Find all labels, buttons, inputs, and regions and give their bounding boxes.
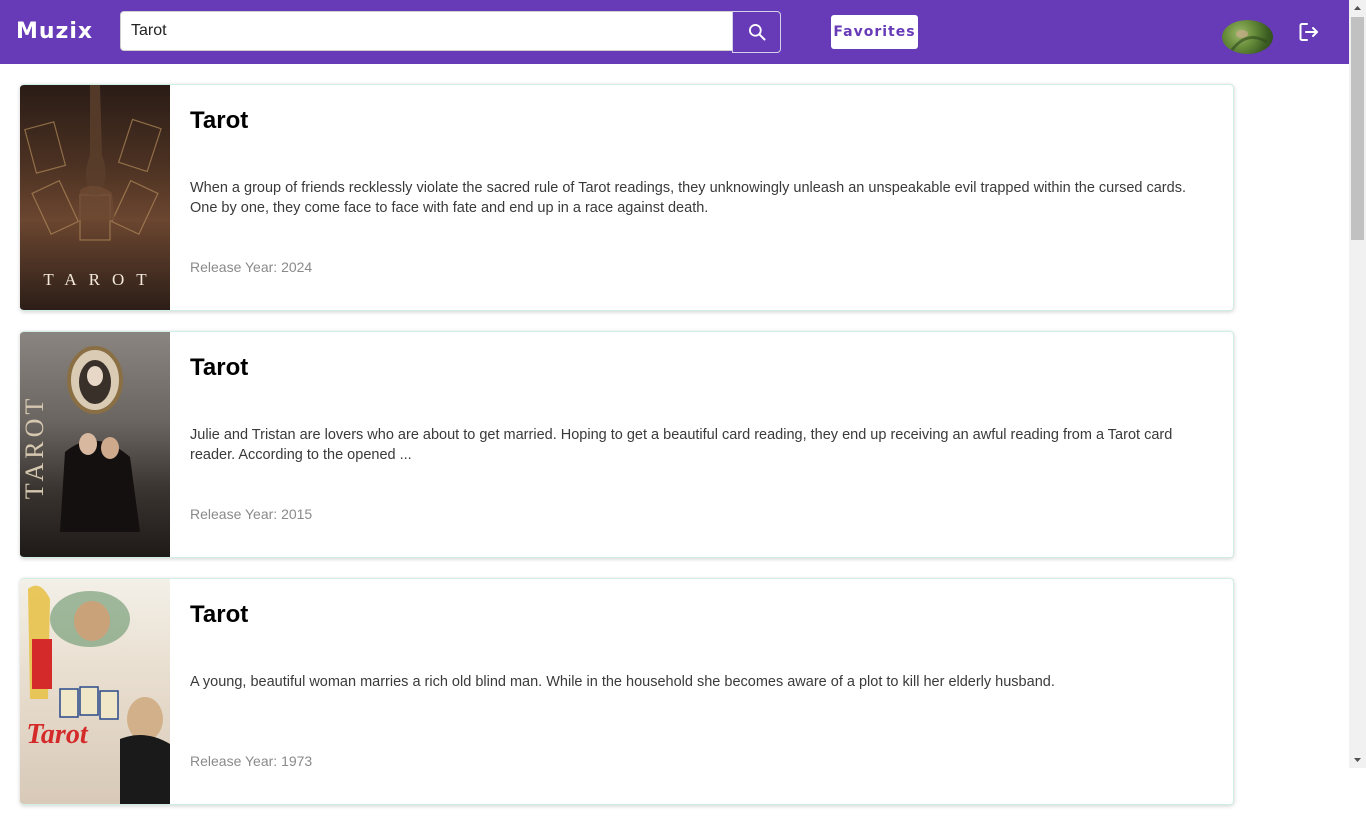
results-list: TAROT Tarot When a group of friends reck… xyxy=(20,84,1234,825)
release-year: Release Year: 2015 xyxy=(190,506,313,522)
scrollbar-thumb[interactable] xyxy=(1351,17,1364,240)
search-input[interactable] xyxy=(120,11,733,51)
movie-title[interactable]: Tarot xyxy=(190,601,248,629)
scroll-down-button[interactable] xyxy=(1349,751,1366,768)
app-logo[interactable]: Muzix xyxy=(16,16,93,48)
movie-card[interactable]: TAROT Tarot When a group of friends reck… xyxy=(20,84,1234,311)
movie-description: A young, beautiful woman marries a rich … xyxy=(190,674,1055,690)
avatar[interactable] xyxy=(1222,20,1273,54)
movie-poster: Tarot xyxy=(20,579,170,804)
favorites-button[interactable]: Favorites xyxy=(831,15,918,49)
movie-poster: TAROT xyxy=(20,85,170,310)
poster-title: TAROT xyxy=(20,394,49,500)
poster-title: TAROT xyxy=(43,270,159,289)
poster-art xyxy=(28,585,170,804)
logout-icon xyxy=(1299,23,1318,41)
movie-description: Julie and Tristan are lovers who are abo… xyxy=(190,427,1173,463)
avatar-image xyxy=(1230,30,1268,51)
search-button[interactable] xyxy=(732,11,781,53)
movie-title[interactable]: Tarot xyxy=(190,354,248,382)
scroll-up-button[interactable] xyxy=(1349,0,1366,17)
chevron-down-icon xyxy=(1354,758,1361,762)
search-icon xyxy=(748,24,765,41)
movie-card[interactable]: TAROT Tarot Julie and Tristan are lovers… xyxy=(20,331,1234,558)
movie-description: When a group of friends recklessly viola… xyxy=(190,180,1186,216)
logout-button[interactable] xyxy=(1296,20,1322,44)
release-year: Release Year: 2024 xyxy=(190,259,313,275)
chevron-up-icon xyxy=(1354,6,1361,10)
movie-card[interactable]: Tarot Tarot A young, beautiful woman mar… xyxy=(20,578,1234,805)
top-app-bar: Muzix Favorites xyxy=(0,0,1349,64)
poster-title: Tarot xyxy=(26,719,88,750)
movie-title[interactable]: Tarot xyxy=(190,107,248,135)
movie-poster: TAROT xyxy=(20,332,170,557)
release-year: Release Year: 1973 xyxy=(190,753,313,769)
